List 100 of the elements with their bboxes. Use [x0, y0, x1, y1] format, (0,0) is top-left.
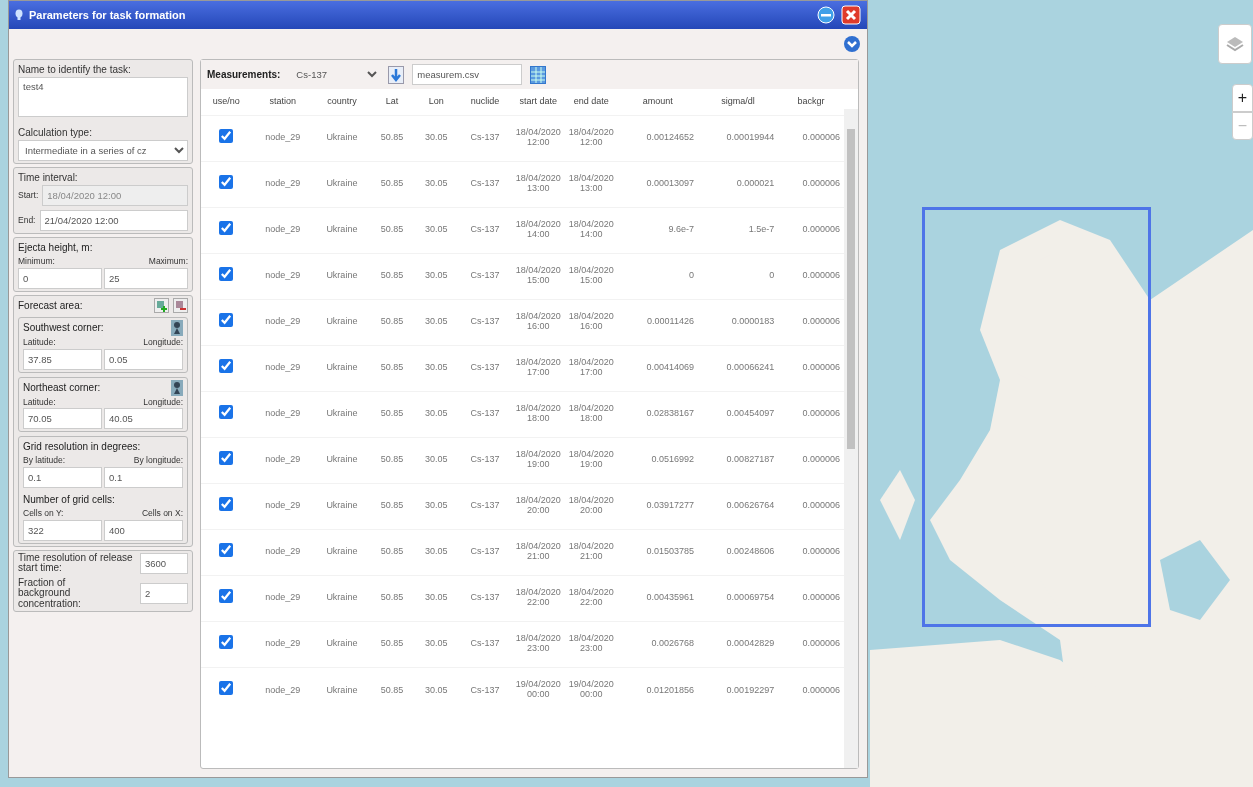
background-fraction-field[interactable]: 2 — [140, 583, 188, 604]
use-checkbox[interactable] — [219, 404, 234, 419]
table-cell: node_29 — [251, 207, 314, 253]
task-name-field[interactable]: test4 — [18, 77, 188, 117]
table-cell: 0 — [697, 253, 779, 299]
table-cell: 0.00192297 — [697, 667, 779, 713]
table-icon[interactable] — [530, 65, 547, 84]
longitude-step-field[interactable]: 0.1 — [104, 467, 183, 488]
table-cell: Ukraine — [313, 621, 371, 667]
cells-y-field[interactable]: 322 — [23, 519, 102, 541]
group-label: Ejecta height, m: — [18, 241, 94, 255]
scrollbar[interactable] — [844, 109, 858, 768]
table-cell: 50.85 — [370, 575, 415, 621]
northeast-longitude-field[interactable]: 40.05 — [104, 408, 183, 430]
table-cell: node_29 — [251, 115, 314, 161]
use-checkbox[interactable] — [219, 174, 234, 189]
use-checkbox[interactable] — [219, 496, 234, 511]
column-header: sigma/dl — [697, 89, 779, 115]
use-checkbox[interactable] — [219, 266, 234, 281]
use-checkbox[interactable] — [219, 450, 234, 465]
table-cell: 0.00042829 — [697, 621, 779, 667]
table-cell: 18/04/2020 15:00 — [564, 253, 618, 299]
add-area-icon[interactable] — [154, 297, 169, 313]
table-cell: 18/04/2020 23:00 — [511, 621, 565, 667]
table-cell: 18/04/2020 12:00 — [511, 115, 565, 161]
table-cell: 0.03917277 — [617, 483, 698, 529]
table-cell: 18/04/2020 18:00 — [564, 391, 618, 437]
table-cell: 18/04/2020 21:00 — [511, 529, 565, 575]
table-cell: 0.00827187 — [697, 437, 779, 483]
collapse-icon[interactable] — [843, 35, 861, 53]
table-cell: 0.00019944 — [697, 115, 779, 161]
minimum-field[interactable]: 0 — [18, 267, 102, 289]
table-cell: Ukraine — [313, 299, 371, 345]
table-cell: node_29 — [251, 253, 314, 299]
table-cell: 50.85 — [370, 483, 415, 529]
download-icon[interactable] — [388, 65, 405, 84]
use-checkbox[interactable] — [219, 542, 234, 557]
end-date-field[interactable]: 21/04/2020 12:00 — [39, 210, 188, 231]
table-cell: Ukraine — [313, 161, 371, 207]
minimize-button[interactable] — [817, 6, 835, 24]
use-checkbox[interactable] — [219, 588, 234, 603]
table-cell: Cs-137 — [458, 391, 512, 437]
table-cell: 0.00414069 — [617, 345, 698, 391]
northeast-latitude-field[interactable]: 70.05 — [23, 408, 102, 430]
table-cell: node_29 — [251, 299, 314, 345]
table-cell: Ukraine — [313, 483, 371, 529]
table-cell: Cs-137 — [458, 345, 512, 391]
calculation-type-select[interactable]: Intermediate in a series of cz — [18, 140, 188, 161]
table-cell: 50.85 — [370, 207, 415, 253]
latitude-step-field[interactable]: 0.1 — [23, 467, 102, 488]
table-cell: Cs-137 — [458, 115, 512, 161]
remove-area-icon[interactable] — [173, 297, 188, 313]
table-cell: 50.85 — [370, 115, 415, 161]
file-name-field[interactable]: measurem.csv — [412, 64, 523, 85]
zoom-in-button[interactable]: + — [1232, 84, 1253, 112]
table-cell: node_29 — [251, 667, 314, 713]
field-label: Minimum: — [18, 255, 56, 268]
table-cell: 18/04/2020 23:00 — [564, 621, 618, 667]
maximum-field[interactable]: 25 — [104, 267, 188, 289]
use-checkbox[interactable] — [219, 312, 234, 327]
table-cell: 9.6e-7 — [617, 207, 698, 253]
use-checkbox[interactable] — [219, 128, 234, 143]
table-cell: 18/04/2020 13:00 — [511, 161, 565, 207]
table-cell: node_29 — [251, 437, 314, 483]
table-cell: 30.05 — [414, 207, 459, 253]
pick-point-icon[interactable] — [171, 319, 183, 336]
table-cell: Cs-137 — [458, 575, 512, 621]
southwest-longitude-field[interactable]: 0.05 — [104, 348, 183, 370]
use-checkbox[interactable] — [219, 358, 234, 373]
table-cell: Cs-137 — [458, 529, 512, 575]
southwest-latitude-field[interactable]: 37.85 — [23, 348, 102, 370]
table-cell: 0.00435961 — [617, 575, 698, 621]
close-button[interactable] — [841, 5, 861, 25]
time-resolution-field[interactable]: 3600 — [140, 552, 188, 574]
table-cell: 18/04/2020 19:00 — [511, 437, 565, 483]
table-cell: Ukraine — [313, 437, 371, 483]
table-cell: 18/04/2020 17:00 — [511, 345, 565, 391]
table-cell: 30.05 — [414, 115, 459, 161]
group-label: Grid resolution in degrees: — [23, 440, 142, 455]
table-cell: 0.00124652 — [617, 115, 698, 161]
field-label: By longitude: — [132, 454, 183, 467]
field-label: Start: — [18, 189, 39, 202]
use-checkbox[interactable] — [219, 634, 234, 649]
column-header: amount — [617, 89, 698, 115]
cells-x-field[interactable]: 400 — [104, 519, 183, 541]
column-header: backgr — [778, 89, 844, 115]
group-label: Forecast area: — [18, 298, 83, 313]
use-checkbox[interactable] — [219, 681, 234, 695]
column-header: end date — [564, 89, 618, 115]
pick-point-icon[interactable] — [171, 379, 183, 396]
table-cell: 0.00454097 — [697, 391, 779, 437]
table-cell: 0.00066241 — [697, 345, 779, 391]
nuclide-select[interactable]: Cs-137 — [288, 64, 381, 85]
table-cell: node_29 — [251, 483, 314, 529]
column-header: country — [313, 89, 371, 115]
use-checkbox[interactable] — [219, 220, 234, 235]
table-cell: 0.0026768 — [617, 621, 698, 667]
table-cell: Cs-137 — [458, 161, 512, 207]
table-cell: 18/04/2020 12:00 — [564, 115, 618, 161]
table-cell: 50.85 — [370, 529, 415, 575]
